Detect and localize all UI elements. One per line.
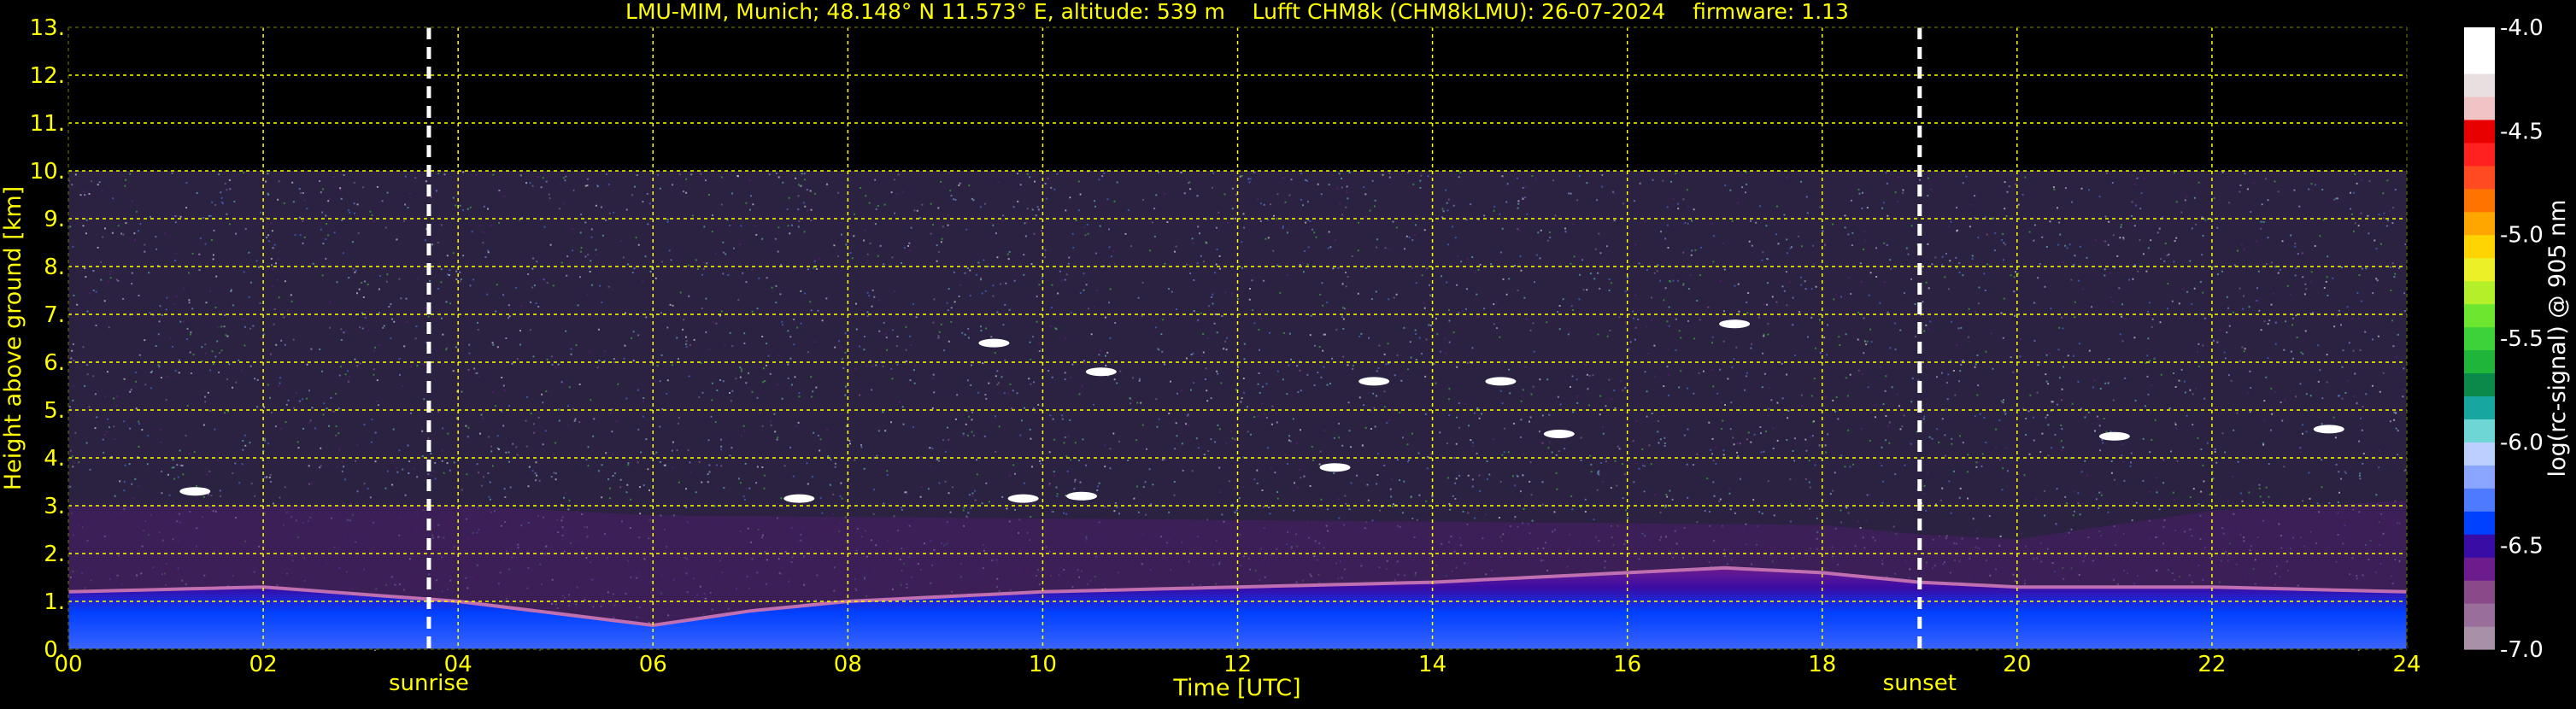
- colorbar-segment: [2464, 603, 2495, 627]
- y-tick-label: 2.: [44, 542, 65, 567]
- colorbar-segment: [2464, 234, 2495, 259]
- y-tick-label: 6.: [44, 350, 65, 376]
- colorbar-tick-label: -6.5: [2500, 534, 2544, 560]
- colorbar-tick-label: -5.0: [2500, 223, 2544, 249]
- y-axis-label: Height above ground [km]: [0, 186, 26, 490]
- colorbar-segment: [2464, 142, 2495, 167]
- colorbar-segment: [2464, 188, 2495, 213]
- colorbar-segment: [2464, 442, 2495, 466]
- x-tick-label: 04: [444, 652, 472, 677]
- colorbar-segment: [2464, 626, 2495, 650]
- cloud-mark: [1543, 430, 1575, 438]
- colorbar-segment: [2464, 73, 2495, 97]
- colorbar-segment: [2464, 396, 2495, 419]
- colorbar-segment: [2464, 96, 2495, 120]
- y-tick-label: 7.: [44, 302, 65, 328]
- cloud-mark: [1007, 494, 1039, 503]
- x-tick-label: 16: [1613, 652, 1641, 677]
- colorbar-segment: [2464, 27, 2495, 51]
- y-tick-label: 0.: [44, 637, 65, 663]
- y-tick-label: 1.: [44, 589, 65, 615]
- ceilometer-chart: sunrise sunset 00 02 04 06 08 10 12 14 16 18 20 22 24…: [0, 0, 2576, 706]
- colorbar-segment: [2464, 372, 2495, 397]
- colorbar-label: log(rc-signal) @ 905 nm: [2544, 200, 2571, 478]
- event-label-sunset: sunset: [1883, 671, 1957, 696]
- colorbar-segment: [2464, 557, 2495, 581]
- cloud-mark: [1319, 463, 1351, 472]
- colorbar-tick-label: -5.5: [2500, 326, 2544, 352]
- colorbar-segment: [2464, 488, 2495, 512]
- colorbar-segment: [2464, 211, 2495, 236]
- y-tick-label: 4.: [44, 446, 65, 472]
- colorbar-tick-label: -4.0: [2500, 15, 2544, 41]
- cloud-mark: [2098, 431, 2130, 441]
- x-tick-label: 02: [249, 652, 278, 677]
- x-tick-label: 22: [2198, 652, 2226, 677]
- colorbar-segment: [2464, 165, 2495, 190]
- colorbar-segment: [2464, 119, 2495, 144]
- y-tick-label: 11.: [30, 111, 65, 137]
- colorbar-segment: [2464, 465, 2495, 489]
- colorbar-segment: [2464, 419, 2495, 442]
- colorbar-segment: [2464, 257, 2495, 282]
- x-tick-label: 10: [1029, 652, 1057, 677]
- y-tick-label: 13.: [30, 15, 65, 41]
- y-tick-label: 9.: [44, 207, 65, 232]
- colorbar-segment: [2464, 580, 2495, 604]
- x-tick-label: 06: [639, 652, 667, 677]
- x-tick-label: 24: [2392, 652, 2421, 677]
- colorbar-segment: [2464, 50, 2495, 74]
- chart-title: LMU-MIM, Munich; 48.148° N 11.573° E, al…: [625, 0, 1849, 24]
- cloud-mark: [1485, 377, 1517, 386]
- x-tick-label: 14: [1418, 652, 1446, 677]
- cloud-mark: [1085, 367, 1117, 377]
- y-tick-label: 5.: [44, 398, 65, 424]
- y-tick-label: 8.: [44, 255, 65, 280]
- cloud-mark: [783, 494, 815, 503]
- cloud-mark: [2313, 425, 2344, 434]
- colorbar: -4.0 -4.5 -5.0 -5.5 -6.0 -6.5 -7.0: [2464, 15, 2544, 663]
- cloud-mark: [1719, 319, 1751, 329]
- colorbar-segment: [2464, 511, 2495, 535]
- colorbar-segment: [2464, 280, 2495, 305]
- x-tick-label: 12: [1223, 652, 1252, 677]
- colorbar-tick-label: -4.5: [2500, 119, 2544, 144]
- y-tick-label: 10.: [30, 159, 65, 185]
- cloud-mark: [179, 487, 211, 496]
- x-tick-label: 08: [834, 652, 862, 677]
- y-tick-label: 12.: [30, 63, 65, 89]
- cloud-mark: [1066, 491, 1098, 501]
- x-axis-label: Time [UTC]: [1172, 675, 1300, 701]
- colorbar-segment: [2464, 303, 2495, 328]
- cloud-mark: [978, 338, 1010, 348]
- colorbar-segment: [2464, 326, 2495, 351]
- colorbar-tick-label: -7.0: [2500, 637, 2544, 663]
- x-tick-label: 20: [2003, 652, 2031, 677]
- chart-svg: sunrise sunset 00 02 04 06 08 10 12 14 16 18 20 22 24…: [0, 0, 2571, 701]
- colorbar-segment: [2464, 349, 2495, 374]
- y-tick-label: 3.: [44, 494, 65, 519]
- colorbar-tick-label: -6.0: [2500, 430, 2544, 455]
- cloud-mark: [1358, 377, 1390, 386]
- colorbar-segment: [2464, 534, 2495, 558]
- x-tick-label: 18: [1808, 652, 1836, 677]
